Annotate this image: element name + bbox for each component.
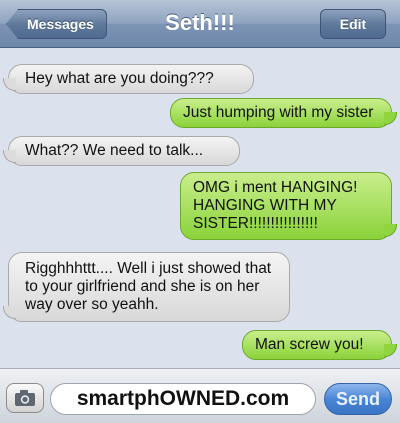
- sent-message: OMG i ment HANGING! HANGING WITH MY SIST…: [180, 172, 397, 240]
- sent-message: Man screw you!: [242, 330, 397, 360]
- message-thread[interactable]: Hey what are you doing??? Just humping w…: [0, 48, 400, 368]
- message-input-bar: smartphOWNED.com Send: [0, 368, 400, 423]
- navigation-bar: Messages Seth!!! Edit: [0, 0, 400, 48]
- received-message: What?? We need to talk...: [3, 136, 240, 166]
- camera-button[interactable]: [6, 383, 44, 413]
- camera-icon: [15, 390, 35, 406]
- edit-button[interactable]: Edit: [320, 9, 386, 39]
- sent-message: Just humping with my sister: [170, 98, 397, 128]
- message-text-field[interactable]: smartphOWNED.com: [50, 383, 316, 415]
- send-button[interactable]: Send: [324, 383, 392, 415]
- received-message: Hey what are you doing???: [3, 64, 254, 94]
- received-message: Rigghhhttt.... Well i just showed that t…: [3, 252, 290, 322]
